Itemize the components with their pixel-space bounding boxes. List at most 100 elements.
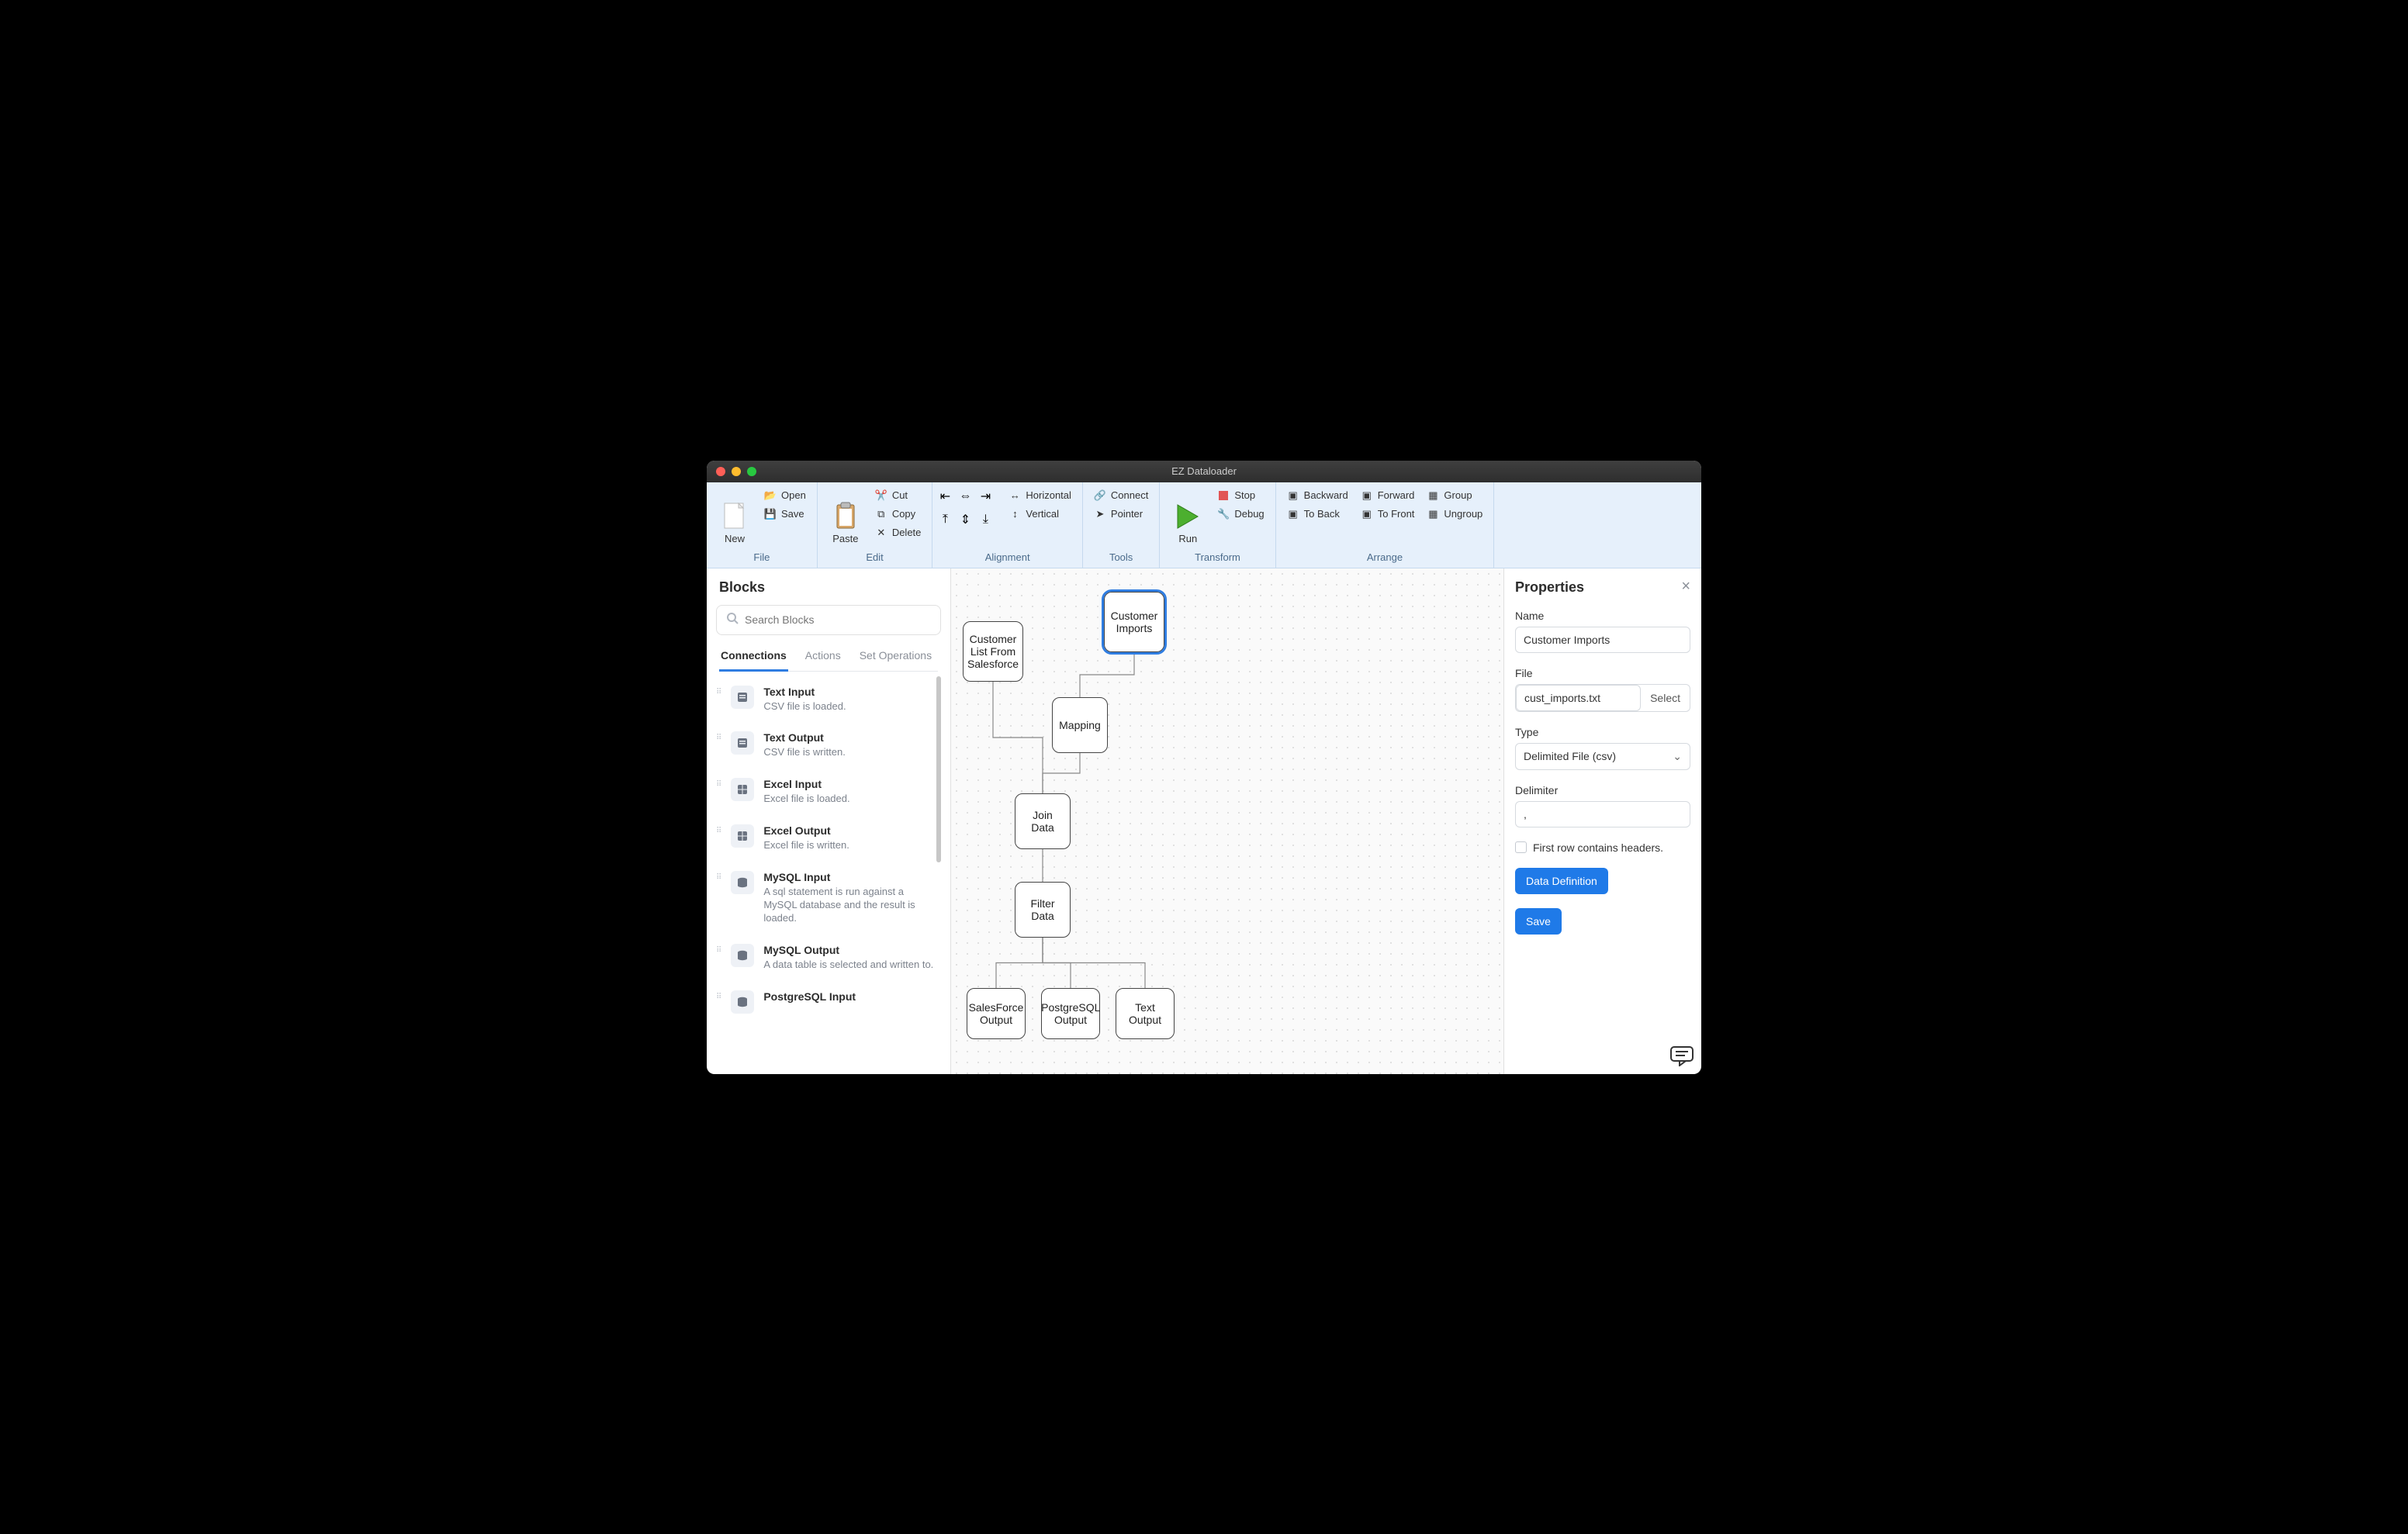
canvas-node[interactable]: SalesForce Output (967, 988, 1026, 1039)
data-definition-button[interactable]: Data Definition (1515, 868, 1608, 894)
canvas-node[interactable]: Mapping (1052, 697, 1108, 753)
paste-button[interactable]: Paste (824, 487, 867, 548)
block-title: PostgreSQL Input (763, 990, 935, 1003)
file-select-button[interactable]: Select (1641, 686, 1690, 710)
group-button[interactable]: ▦ Group (1422, 487, 1487, 504)
canvas-node[interactable]: Customer Imports (1104, 592, 1164, 652)
block-title: Excel Output (763, 824, 935, 837)
block-type-icon (731, 990, 754, 1014)
tab-actions[interactable]: Actions (804, 649, 842, 671)
forward-button[interactable]: ▣ Forward (1356, 487, 1420, 504)
save-icon: 💾 (764, 508, 777, 520)
tab-connections[interactable]: Connections (719, 649, 788, 672)
properties-save-button[interactable]: Save (1515, 908, 1562, 935)
block-item[interactable]: ⠿ Excel Output Excel file is written. (716, 815, 941, 862)
new-button[interactable]: New (713, 487, 756, 548)
sidebar-tabs: Connections Actions Set Operations (719, 649, 938, 672)
distribute-vertical-icon: ↕ (1009, 508, 1021, 520)
ribbon-group-arrange: ▣ Backward ▣ To Back ▣ Forward ▣ (1276, 482, 1495, 568)
drag-grip-icon[interactable]: ⠿ (716, 686, 721, 695)
align-bottom-icon[interactable]: ⤓ (979, 513, 991, 526)
cut-button[interactable]: ✂️ Cut (870, 487, 926, 504)
ribbon: New 📂 Open 💾 Save File (707, 482, 1701, 568)
app-window: EZ Dataloader New 📂 Open 💾 (707, 461, 1701, 1074)
canvas-node[interactable]: Customer List From Salesforce (963, 621, 1023, 682)
align-right-icon[interactable]: ⇥ (979, 490, 991, 503)
search-box[interactable] (716, 605, 941, 635)
block-list[interactable]: ⠿Text InputCSV file is loaded.⠿Text Outp… (716, 676, 941, 1074)
block-type-icon (731, 824, 754, 848)
canvas-node[interactable]: PostgreSQL Output (1041, 988, 1100, 1039)
block-item[interactable]: ⠿Text InputCSV file is loaded. (716, 676, 941, 723)
block-item[interactable]: ⠿ PostgreSQL Input (716, 981, 941, 1023)
block-item[interactable]: ⠿Excel InputExcel file is loaded. (716, 769, 941, 815)
close-properties-button[interactable]: × (1681, 578, 1690, 596)
block-type-icon (731, 686, 754, 709)
ribbon-group-alignment: ⇤ ⤒ ⇔ ⇕ ⇥ ⤓ ↔ Horizontal (932, 482, 1083, 568)
type-value: Delimited File (csv) (1524, 750, 1616, 762)
align-left-icon[interactable]: ⇤ (939, 490, 951, 503)
canvas-node[interactable]: Filter Data (1015, 882, 1071, 938)
open-button[interactable]: 📂 Open (759, 487, 811, 504)
align-top-icon[interactable]: ⤒ (939, 513, 951, 526)
ungroup-button[interactable]: ▦ Ungroup (1422, 506, 1487, 523)
ribbon-group-transform: Run Stop 🔧 Debug Transform (1160, 482, 1275, 568)
ungroup-icon: ▦ (1427, 508, 1439, 520)
canvas-node[interactable]: Join Data (1015, 793, 1071, 849)
drag-grip-icon[interactable]: ⠿ (716, 778, 721, 787)
pointer-icon: ➤ (1094, 508, 1106, 520)
block-desc: CSV file is written. (763, 746, 935, 759)
delete-icon: ✕ (875, 527, 887, 539)
canvas-node[interactable]: Text Output (1116, 988, 1175, 1039)
save-button[interactable]: 💾 Save (759, 506, 811, 523)
pointer-tool-button[interactable]: ➤ Pointer (1089, 506, 1153, 523)
properties-title: Properties (1515, 579, 1690, 596)
chat-icon[interactable] (1670, 1046, 1694, 1066)
block-title: Excel Input (763, 778, 935, 790)
main-body: Blocks Connections Actions Set Operation… (707, 568, 1701, 1074)
ribbon-group-label: Arrange (1282, 548, 1488, 568)
canvas[interactable]: Customer List From Salesforce Customer Im… (951, 568, 1503, 1074)
search-input[interactable] (745, 613, 931, 626)
connect-tool-button[interactable]: 🔗 Connect (1089, 487, 1153, 504)
play-icon (1175, 500, 1201, 533)
stop-icon (1217, 489, 1230, 502)
to-back-button[interactable]: ▣ To Back (1282, 506, 1353, 523)
drag-grip-icon[interactable]: ⠿ (716, 824, 721, 834)
block-item[interactable]: ⠿Text OutputCSV file is written. (716, 722, 941, 769)
delete-button[interactable]: ✕ Delete (870, 524, 926, 541)
debug-button[interactable]: 🔧 Debug (1213, 506, 1268, 523)
distribute-vertical-button[interactable]: ↕ Vertical (1004, 506, 1076, 523)
block-type-icon (731, 944, 754, 967)
run-button[interactable]: Run (1166, 487, 1209, 548)
distribute-horizontal-button[interactable]: ↔ Horizontal (1004, 487, 1076, 504)
scrollbar[interactable] (936, 676, 941, 862)
block-desc: CSV file is loaded. (763, 700, 935, 713)
headers-checkbox[interactable] (1515, 841, 1527, 853)
bring-forward-icon: ▣ (1361, 489, 1373, 502)
name-input[interactable] (1515, 627, 1690, 653)
to-front-button[interactable]: ▣ To Front (1356, 506, 1420, 523)
drag-grip-icon[interactable]: ⠿ (716, 871, 721, 880)
drag-grip-icon[interactable]: ⠿ (716, 944, 721, 953)
block-item[interactable]: ⠿MySQL OutputA data table is selected an… (716, 935, 941, 981)
file-label: File (1515, 667, 1690, 679)
chevron-down-icon: ⌄ (1673, 750, 1682, 763)
align-center-icon[interactable]: ⇔ (959, 490, 971, 503)
block-item[interactable]: ⠿MySQL InputA sql statement is run again… (716, 862, 941, 935)
tab-set-operations[interactable]: Set Operations (858, 649, 933, 671)
folder-open-icon: 📂 (764, 489, 777, 502)
delimiter-input[interactable] (1515, 801, 1690, 827)
block-desc: Excel file is written. (763, 839, 935, 852)
drag-grip-icon[interactable]: ⠿ (716, 990, 721, 1000)
drag-grip-icon[interactable]: ⠿ (716, 731, 721, 741)
copy-button[interactable]: ⧉ Copy (870, 506, 926, 523)
ribbon-group-file: New 📂 Open 💾 Save File (707, 482, 818, 568)
ribbon-group-edit: Paste ✂️ Cut ⧉ Copy ✕ Delete (818, 482, 933, 568)
align-middle-icon[interactable]: ⇕ (959, 513, 971, 526)
backward-button[interactable]: ▣ Backward (1282, 487, 1353, 504)
type-select[interactable]: Delimited File (csv) ⌄ (1515, 743, 1690, 770)
stop-button[interactable]: Stop (1213, 487, 1268, 504)
headers-checkbox-label: First row contains headers. (1533, 841, 1663, 854)
file-input[interactable] (1516, 685, 1641, 711)
